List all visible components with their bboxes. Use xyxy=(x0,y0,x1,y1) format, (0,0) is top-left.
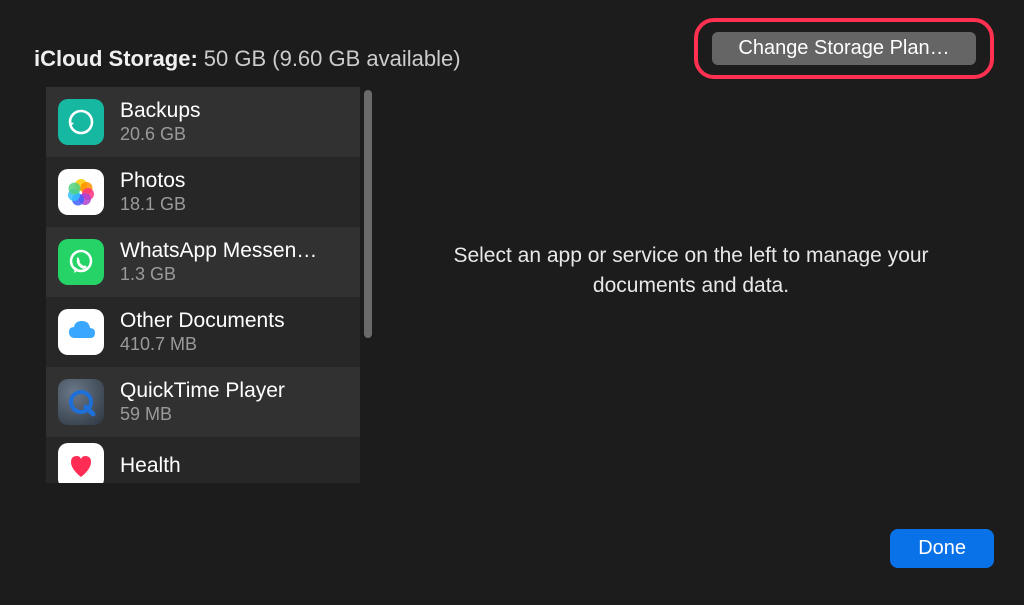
storage-label: iCloud Storage: xyxy=(34,46,198,72)
item-size: 1.3 GB xyxy=(120,264,346,285)
list-item-backups[interactable]: Backups 20.6 GB xyxy=(46,87,360,157)
item-size: 18.1 GB xyxy=(120,194,346,215)
backup-icon xyxy=(58,99,104,145)
sidebar-container: Backups 20.6 GB xyxy=(46,87,370,505)
header: iCloud Storage: 50 GB (9.60 GB available… xyxy=(0,0,1024,79)
item-size: 410.7 MB xyxy=(120,334,346,355)
change-storage-plan-button[interactable]: Change Storage Plan… xyxy=(712,32,976,65)
whatsapp-icon xyxy=(58,239,104,285)
list-item-other-documents[interactable]: Other Documents 410.7 MB xyxy=(46,297,360,367)
done-button[interactable]: Done xyxy=(890,529,994,568)
item-size: 59 MB xyxy=(120,404,346,425)
footer: Done xyxy=(0,505,1024,568)
detail-panel: Select an app or service on the left to … xyxy=(388,87,994,505)
content-area: Backups 20.6 GB xyxy=(0,87,1024,505)
storage-value: 50 GB (9.60 GB available) xyxy=(204,46,461,72)
list-item-whatsapp[interactable]: WhatsApp Messen… 1.3 GB xyxy=(46,227,360,297)
item-title: QuickTime Player xyxy=(120,379,346,403)
item-title: Health xyxy=(120,454,346,478)
scrollbar-thumb[interactable] xyxy=(364,90,372,338)
detail-placeholder-text: Select an app or service on the left to … xyxy=(424,241,958,302)
list-item-health[interactable]: Health xyxy=(46,437,360,483)
item-size: 20.6 GB xyxy=(120,124,346,145)
item-title: Other Documents xyxy=(120,309,346,333)
list-item-quicktime[interactable]: QuickTime Player 59 MB xyxy=(46,367,360,437)
item-title: Photos xyxy=(120,169,346,193)
health-icon xyxy=(58,443,104,483)
item-title: Backups xyxy=(120,99,346,123)
list-item-photos[interactable]: Photos 18.1 GB xyxy=(46,157,360,227)
app-list[interactable]: Backups 20.6 GB xyxy=(46,87,360,504)
storage-info: iCloud Storage: 50 GB (9.60 GB available… xyxy=(34,18,461,72)
photos-icon xyxy=(58,169,104,215)
icloud-drive-icon xyxy=(58,309,104,355)
item-title: WhatsApp Messen… xyxy=(120,239,346,263)
quicktime-icon xyxy=(58,379,104,425)
annotation-highlight: Change Storage Plan… xyxy=(694,18,994,79)
